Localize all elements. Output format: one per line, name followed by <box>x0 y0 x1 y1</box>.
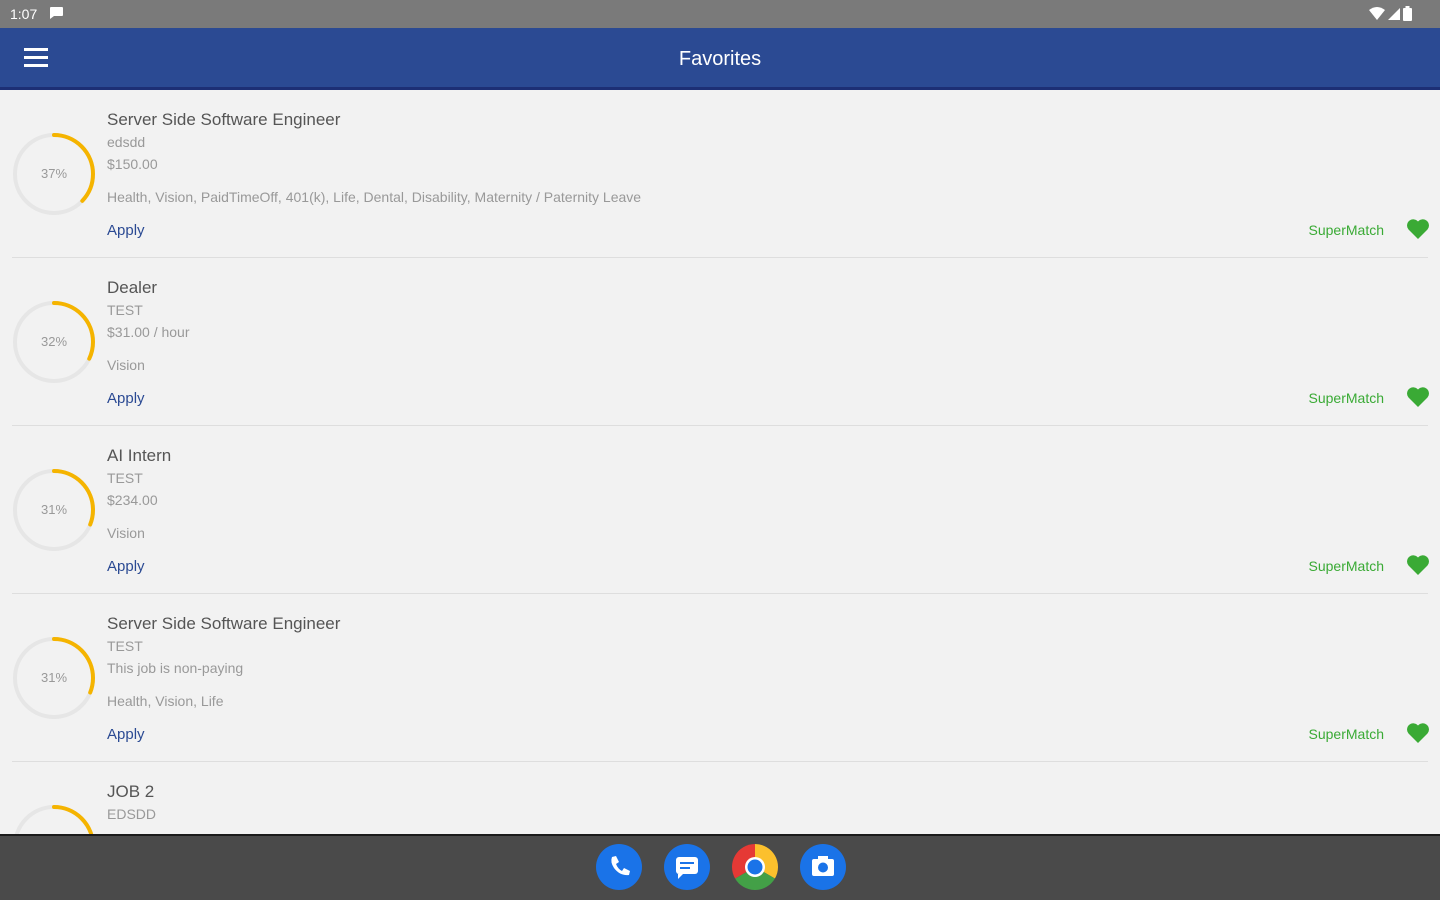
apply-button[interactable]: Apply <box>107 390 145 407</box>
benefits: Vision <box>107 525 145 541</box>
job-card[interactable]: 31% Server Side Software Engineer TEST This… <box>0 594 1440 762</box>
company-name: edsdd <box>107 134 146 150</box>
company-name: TEST <box>107 302 143 318</box>
salary: This job is non-paying <box>107 660 244 676</box>
benefits: Vision <box>107 357 145 373</box>
heart-icon[interactable] <box>1406 386 1430 408</box>
job-title: AI Intern <box>107 446 172 465</box>
salary: $31.00 / hour <box>107 324 190 340</box>
supermatch-label: SuperMatch <box>1308 726 1384 742</box>
apply-button[interactable]: Apply <box>107 726 145 743</box>
job-card[interactable]: 31% AI Intern TEST $234.00 Vision Apply SuperM… <box>0 426 1440 594</box>
company-name: TEST <box>107 638 143 654</box>
job-card[interactable]: 32% Dealer TEST $31.00 / hour Vision Apply Sup… <box>0 258 1440 426</box>
company-name: TEST <box>107 470 143 486</box>
heart-icon[interactable] <box>1406 218 1430 240</box>
job-title: JOB 2 <box>107 782 155 801</box>
apply-button[interactable]: Apply <box>107 222 145 239</box>
status-indicators <box>1369 6 1412 21</box>
salary: $150.00 <box>107 156 158 172</box>
supermatch-label: SuperMatch <box>1308 222 1384 238</box>
job-title: Server Side Software Engineer <box>107 614 341 633</box>
chrome-icon[interactable] <box>731 844 779 891</box>
job-title: Server Side Software Engineer <box>107 110 341 129</box>
signal-icon <box>1388 7 1400 20</box>
match-percent: 31% <box>40 670 68 685</box>
match-percent: 32% <box>40 334 68 349</box>
chat-notification-icon <box>50 7 63 19</box>
wifi-icon <box>1369 6 1385 20</box>
app-dock <box>596 844 846 891</box>
match-percent: 37% <box>40 166 68 181</box>
favorites-list[interactable]: 37% Server Side Software Engineer edsdd $15… <box>0 90 1440 834</box>
supermatch-label: SuperMatch <box>1308 390 1384 406</box>
supermatch-label: SuperMatch <box>1308 558 1384 574</box>
job-card[interactable]: 37% Server Side Software Engineer edsdd $15… <box>0 90 1440 258</box>
benefits: Health, Vision, Life <box>107 693 224 709</box>
company-name: EDSDD <box>107 806 157 822</box>
benefits: Health, Vision, PaidTimeOff, 401(k), Lif… <box>107 189 642 205</box>
job-title: Dealer <box>107 278 158 297</box>
navigation-bar <box>0 834 1440 900</box>
battery-icon <box>1403 6 1412 21</box>
match-percent: 31% <box>40 502 68 517</box>
apply-button[interactable]: Apply <box>107 558 145 575</box>
page-title: Favorites <box>678 48 762 70</box>
phone-icon[interactable] <box>596 844 642 890</box>
match-percent <box>10 802 98 834</box>
salary: $234.00 <box>107 492 158 508</box>
camera-icon[interactable] <box>800 844 846 890</box>
messages-icon[interactable] <box>664 844 710 890</box>
heart-icon[interactable] <box>1406 554 1430 576</box>
app-bar: Favorites <box>0 28 1440 90</box>
status-bar: 1:07 <box>0 0 1440 28</box>
status-time: 1:07 <box>10 6 38 22</box>
heart-icon[interactable] <box>1406 722 1430 744</box>
job-card[interactable]: JOB 2 EDSDD <box>0 762 1440 834</box>
